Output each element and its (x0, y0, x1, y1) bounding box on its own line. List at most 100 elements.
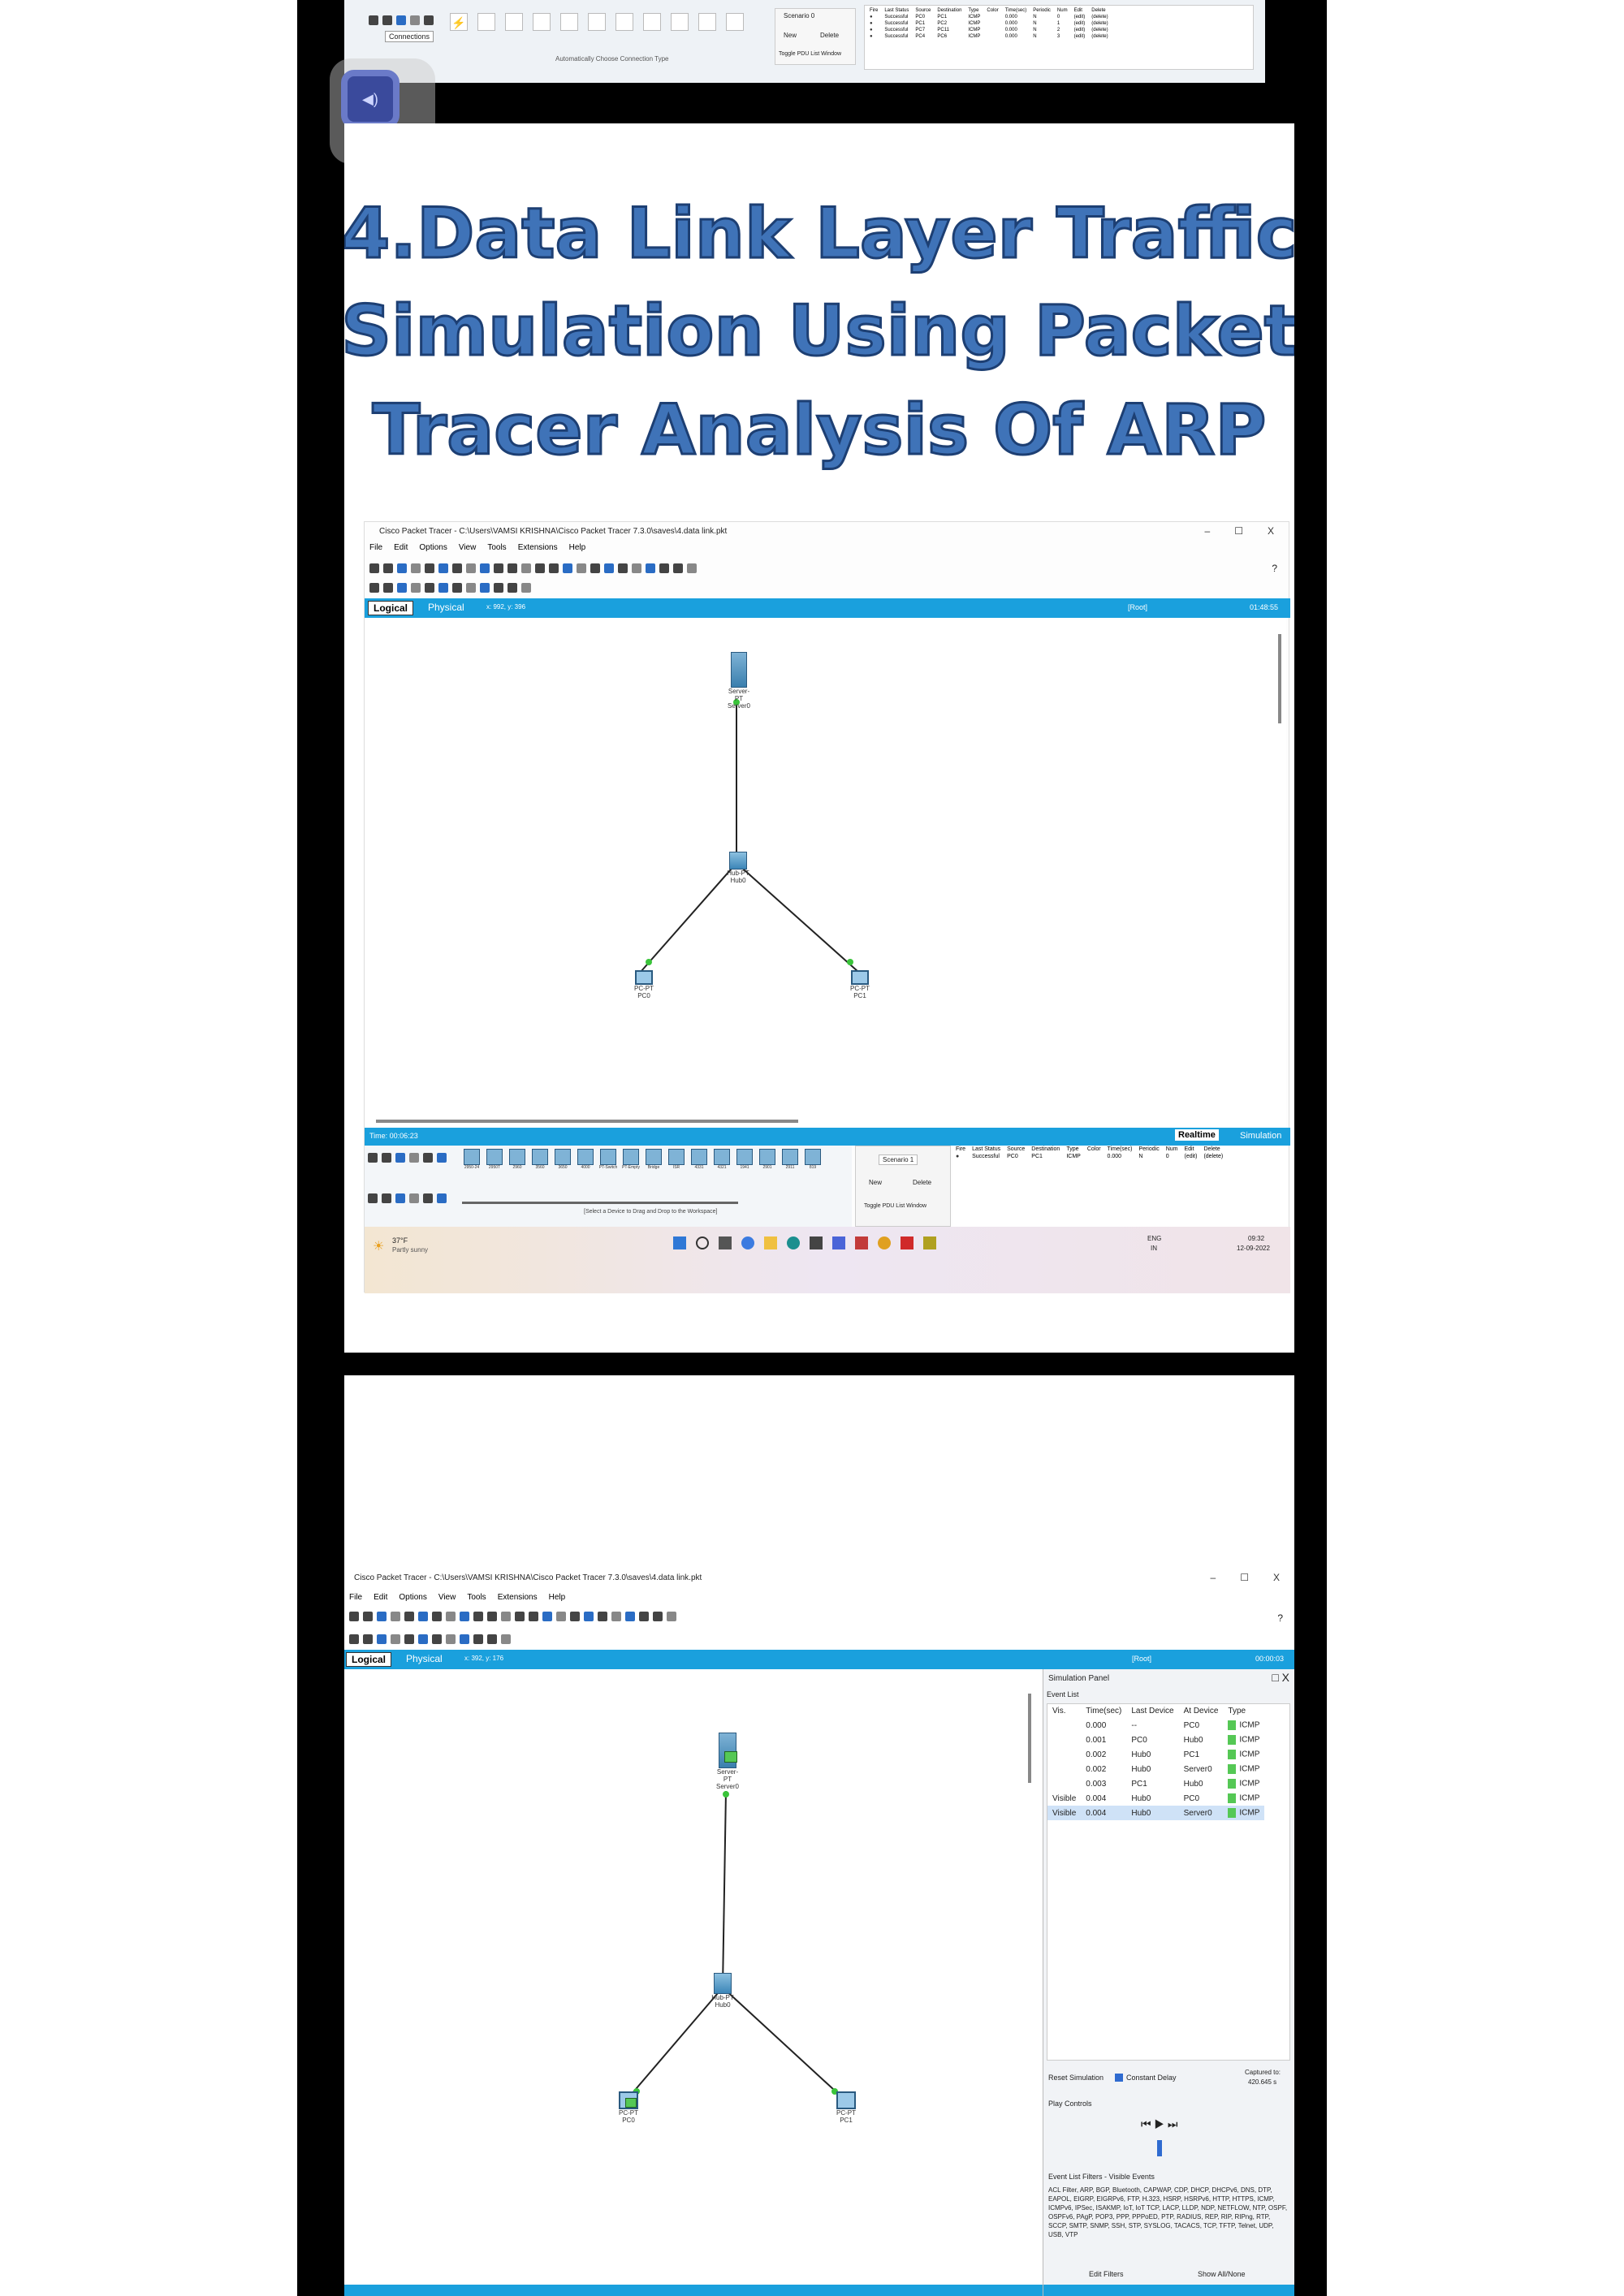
device-model[interactable]: 4321 (712, 1149, 732, 1170)
event-row[interactable]: 0.002 Hub0 PC1 ICMP (1047, 1747, 1264, 1762)
device-model[interactable]: 2901 (758, 1149, 777, 1170)
device-model[interactable]: 2950-24 (462, 1149, 482, 1170)
simulation-tab[interactable]: Simulation (1240, 1131, 1281, 1141)
device-model[interactable]: 4000 (576, 1149, 595, 1170)
speed-slider[interactable] (1157, 2140, 1162, 2156)
menu-item-file[interactable]: File (349, 1593, 362, 1602)
realtime-tab[interactable]: Realtime (1175, 1129, 1219, 1141)
help-button-2[interactable]: ? (1277, 1612, 1283, 1624)
event-row[interactable]: 0.003 PC1 Hub0 ICMP (1047, 1776, 1264, 1791)
device-model[interactable]: Bridge (644, 1149, 663, 1170)
menu-item-tools[interactable]: Tools (467, 1593, 486, 1602)
menu-item-extensions[interactable]: Extensions (518, 543, 558, 552)
workspace-2[interactable]: Server-PT Server0 Hub-PT Hub0 PC-PT PC0 … (344, 1669, 1043, 2296)
event-row[interactable]: 0.000 -- PC0 ICMP (1047, 1718, 1264, 1733)
server0-2[interactable]: Server-PT Server0 (713, 1733, 742, 1790)
top-scenario-select[interactable]: Scenario 0 (784, 12, 814, 19)
fire-icon[interactable]: ● (866, 14, 881, 20)
root-label-2[interactable]: [Root] (1132, 1655, 1151, 1663)
fire-icon[interactable]: ● (866, 20, 881, 27)
event-row[interactable]: Visible 0.004 Hub0 PC0 ICMP (1047, 1791, 1264, 1806)
pdu-row[interactable]: ● Successful PC4 PC6 ICMP 0.000 N 3 (edit) (delet… (866, 33, 1112, 40)
menu-item-edit[interactable]: Edit (374, 1593, 387, 1602)
device-model[interactable]: 1941 (735, 1149, 754, 1170)
device-palette[interactable]: 2950-24 2950T 2960 3560 3650 4000 PT-Switch PT-… (365, 1146, 852, 1227)
device-model[interactable]: 819 (803, 1149, 823, 1170)
hub0-2[interactable]: Hub-PT Hub0 (706, 1973, 739, 2009)
help-button[interactable]: ? (1272, 563, 1277, 574)
window-controls-2[interactable]: – ☐ X (1211, 1572, 1280, 1583)
connection-icons[interactable]: ⚡ (450, 13, 744, 31)
pdu-row[interactable]: ● Successful PC7 PC11 ICMP 0.000 N 2 (edit) (dele… (866, 27, 1112, 33)
hub0[interactable]: Hub-PT Hub0 (722, 852, 754, 884)
event-row[interactable]: 0.001 PC0 Hub0 ICMP (1047, 1733, 1264, 1747)
device-model[interactable]: 2911 (780, 1149, 800, 1170)
menu-item-tools[interactable]: Tools (487, 543, 506, 552)
pdu-row[interactable]: ● Successful PC0 PC1 ICMP 0.000 N 0 (edit) (delet… (866, 14, 1112, 20)
menu-bar[interactable]: File Edit Options View Tools Extensions Help (369, 543, 585, 552)
secondary-toolbar-2[interactable] (349, 1634, 515, 1648)
pdu-row[interactable]: ● Successful PC0 PC1 ICMP 0.000 N 0 (edit) (delet… (952, 1153, 1226, 1160)
vertical-scrollbar-2[interactable] (1028, 1694, 1031, 1783)
play-controls[interactable]: ⏮ ▶ ⏭ (1141, 2117, 1177, 2131)
tab-logical[interactable]: Logical (368, 601, 414, 615)
device-model[interactable]: 2950T (485, 1149, 504, 1170)
taskbar-apps[interactable] (673, 1236, 936, 1249)
event-list[interactable]: Vis. Time(sec) Last Device At Device Type 0.0… (1047, 1703, 1290, 2061)
device-model[interactable]: PT-Switch (598, 1149, 618, 1170)
event-row[interactable]: Visible 0.004 Hub0 Server0 ICMP (1047, 1806, 1265, 1820)
menu-item-help[interactable]: Help (569, 543, 586, 552)
tab-logical-2[interactable]: Logical (346, 1652, 392, 1667)
device-model[interactable]: 3650 (553, 1149, 572, 1170)
pc1-2[interactable]: PC-PT PC1 (830, 2091, 862, 2124)
menu-item-view[interactable]: View (459, 543, 477, 552)
workspace[interactable]: Server-PT Server0 Hub-PT Hub0 PC-PT PC0 … (365, 618, 1286, 1128)
edit-filters-button[interactable]: Edit Filters (1089, 2270, 1124, 2278)
window-controls[interactable]: – ☐ X (1205, 525, 1274, 537)
device-model[interactable]: PT-Empty (621, 1149, 641, 1170)
menu-item-options[interactable]: Options (419, 543, 447, 552)
menu-bar-2[interactable]: File Edit Options View Tools Extensions Help (349, 1593, 565, 1602)
event-row[interactable]: 0.002 Hub0 Server0 ICMP (1047, 1762, 1264, 1776)
new-button[interactable]: New (869, 1179, 882, 1186)
tab-physical[interactable]: Physical (428, 602, 464, 613)
horizontal-scrollbar[interactable] (376, 1120, 798, 1123)
device-model[interactable]: 3560 (530, 1149, 550, 1170)
device-model[interactable]: 4331 (689, 1149, 709, 1170)
fire-icon[interactable]: ● (952, 1153, 969, 1160)
top-delete-button[interactable]: Delete (820, 32, 839, 39)
top-toggle-pdu[interactable]: Toggle PDU List Window (779, 51, 841, 57)
menu-item-edit[interactable]: Edit (394, 543, 408, 552)
constant-delay-checkbox[interactable] (1115, 2074, 1123, 2082)
menu-item-file[interactable]: File (369, 543, 382, 552)
scenario-select[interactable]: Scenario 1 (879, 1154, 918, 1165)
device-codes[interactable]: 2950-24 2950T 2960 3560 3650 4000 PT-Switch PT-… (462, 1149, 823, 1170)
pc0[interactable]: PC-PT PC0 (628, 970, 660, 999)
menu-item-view[interactable]: View (438, 1593, 456, 1602)
root-label[interactable]: [Root] (1128, 603, 1147, 611)
toggle-pdu-button[interactable]: Toggle PDU List Window (864, 1203, 926, 1209)
fire-icon[interactable]: ● (866, 33, 881, 40)
secondary-toolbar[interactable] (369, 582, 535, 597)
top-new-button[interactable]: New (784, 32, 797, 39)
pc1[interactable]: PC-PT PC1 (844, 970, 876, 999)
tab-physical-2[interactable]: Physical (406, 1653, 443, 1664)
sim-panel-close[interactable]: □ X (1272, 1671, 1289, 1684)
palette-search[interactable] (462, 1193, 738, 1204)
device-model[interactable]: ISR (667, 1149, 686, 1170)
lang-label[interactable]: ENG (1147, 1235, 1161, 1242)
vertical-scrollbar[interactable] (1278, 634, 1281, 723)
reset-simulation-button[interactable]: Reset Simulation (1048, 2074, 1104, 2082)
main-toolbar-2[interactable] (349, 1611, 680, 1625)
main-toolbar[interactable] (369, 563, 701, 577)
server0[interactable]: Server-PT Server0 (727, 652, 751, 710)
pc0-2[interactable]: PC-PT PC0 (612, 2091, 645, 2124)
device-model[interactable]: 2960 (508, 1149, 527, 1170)
delete-button[interactable]: Delete (913, 1179, 931, 1186)
menu-item-extensions[interactable]: Extensions (498, 1593, 538, 1602)
pdu-row[interactable]: ● Successful PC1 PC2 ICMP 0.000 N 1 (edit) (delet… (866, 20, 1112, 27)
menu-item-help[interactable]: Help (549, 1593, 566, 1602)
fire-icon[interactable]: ● (866, 27, 881, 33)
menu-item-options[interactable]: Options (399, 1593, 426, 1602)
show-all-button[interactable]: Show All/None (1198, 2270, 1246, 2278)
